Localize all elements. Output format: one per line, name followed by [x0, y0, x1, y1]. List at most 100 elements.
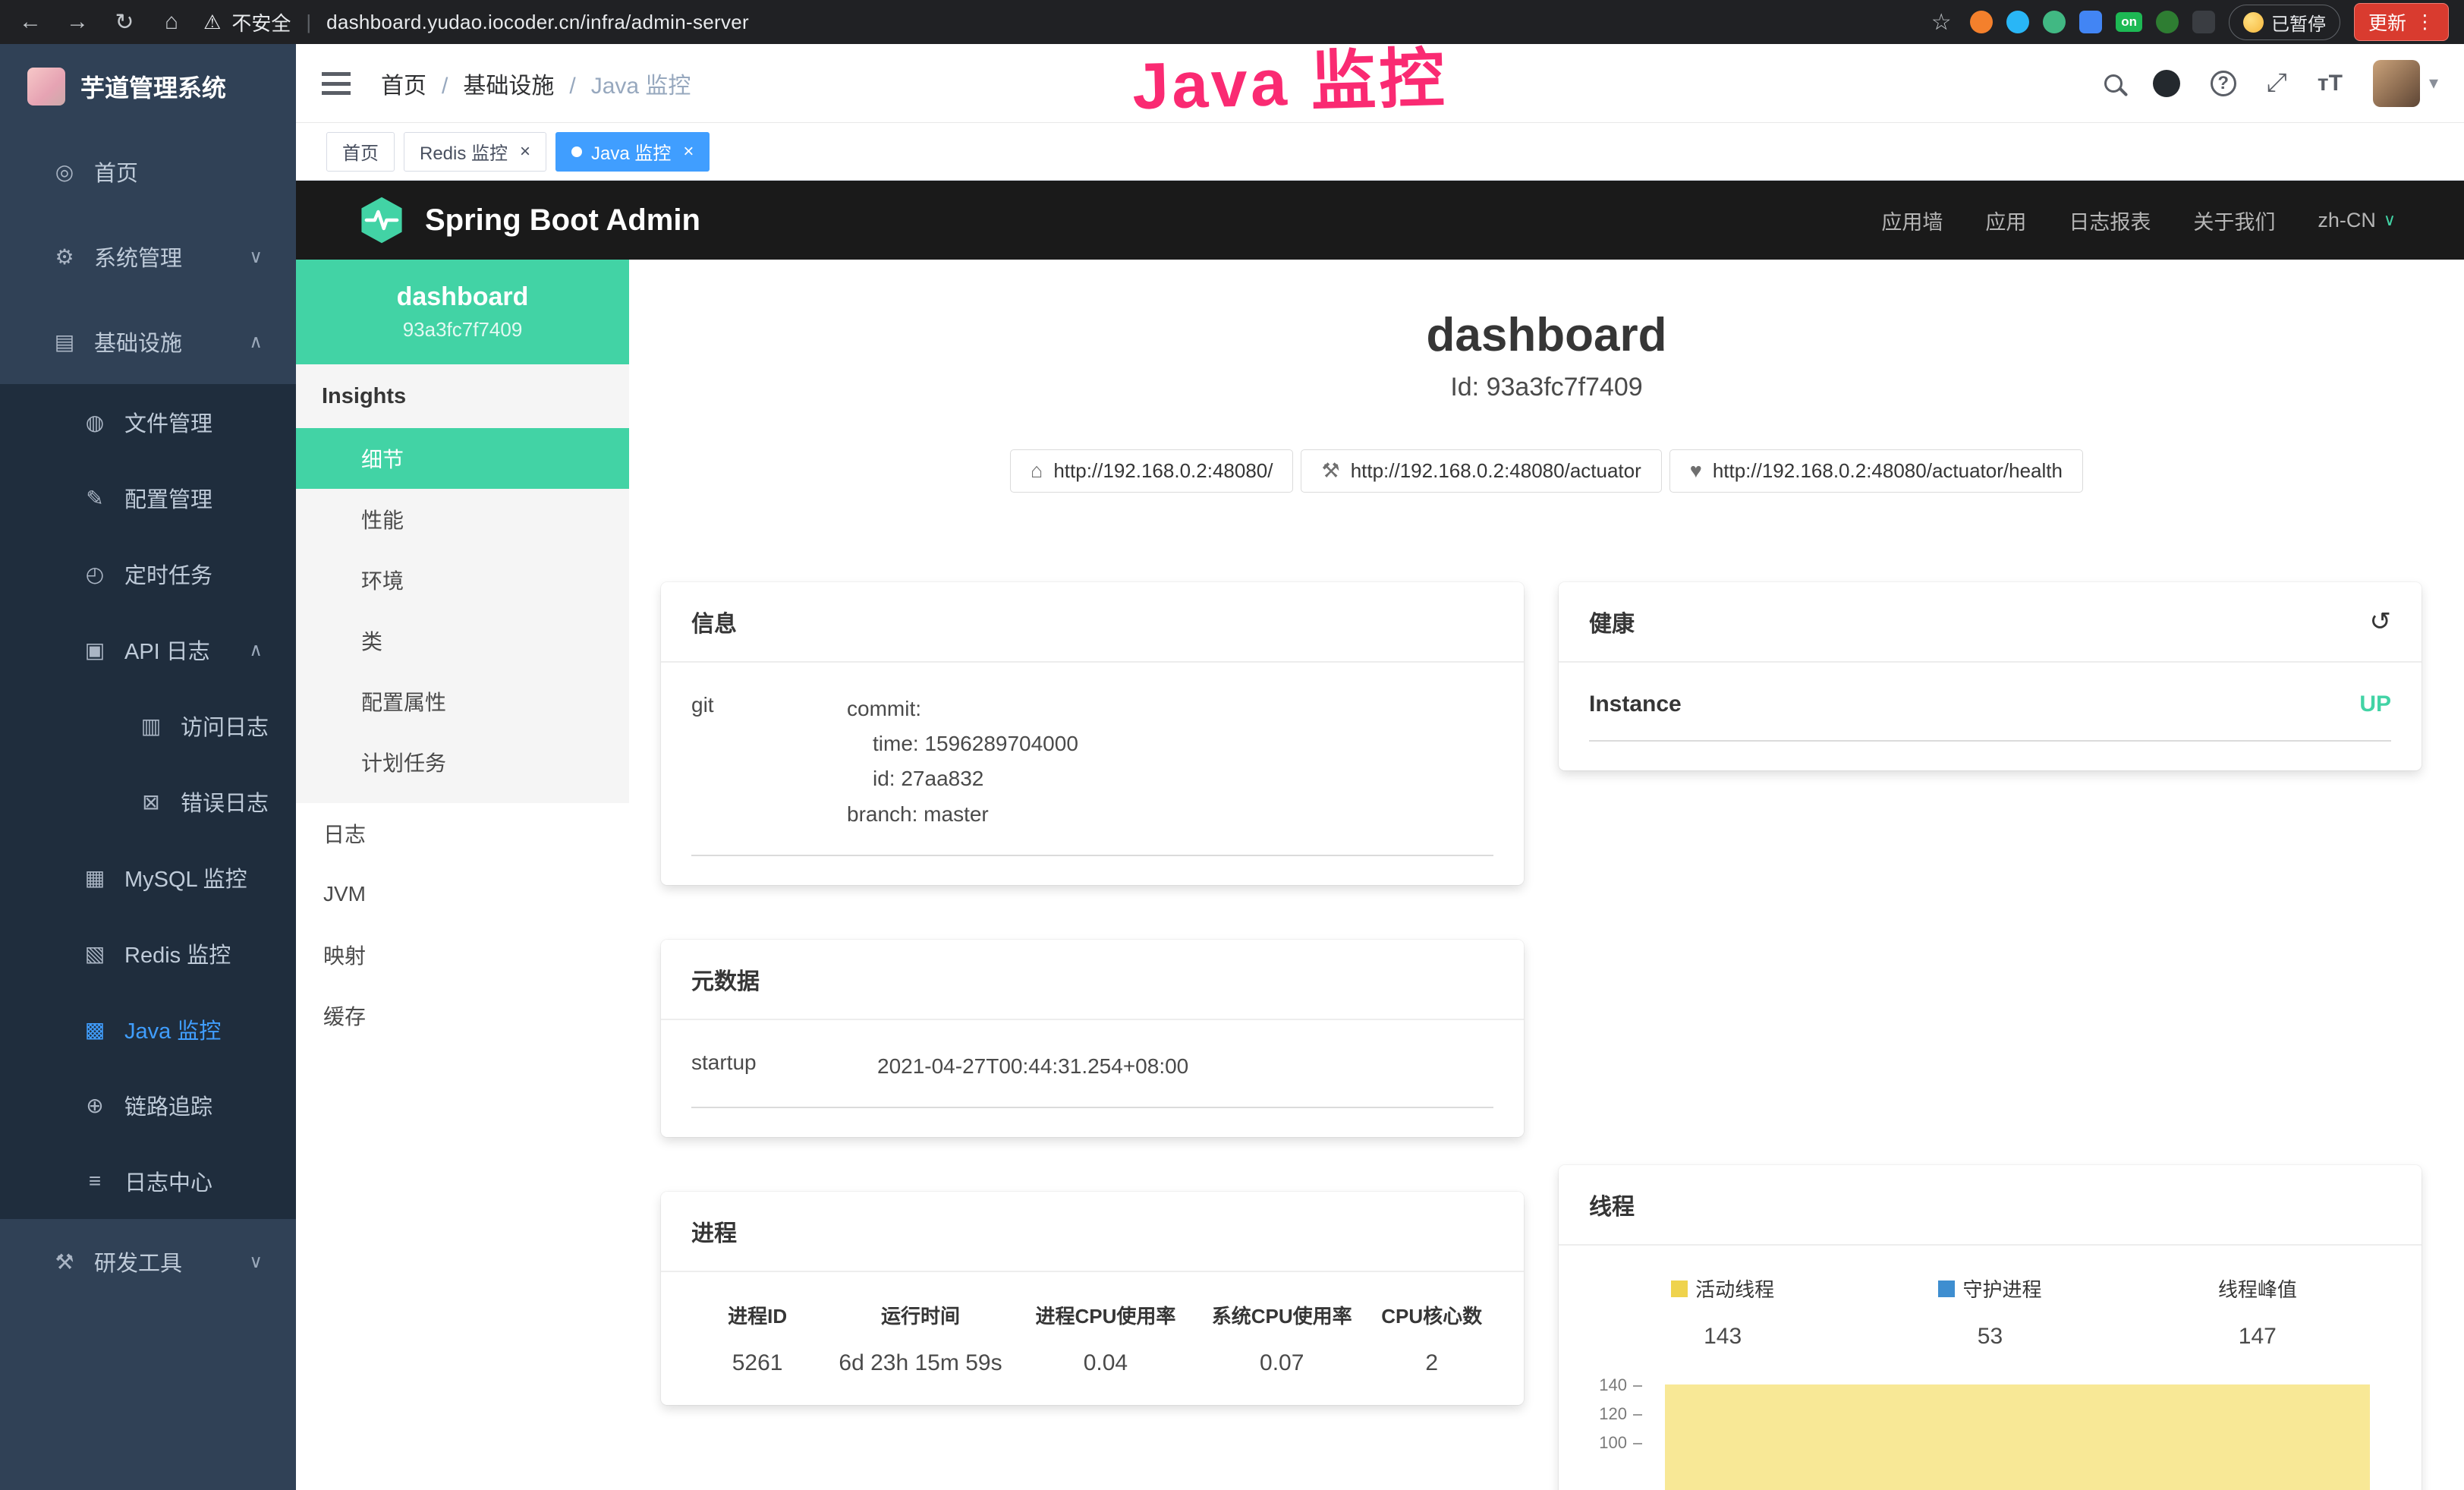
actuator-url-button[interactable]: ⚒ http://192.168.0.2:48080/actuator [1301, 449, 1661, 493]
sidebar-item-system-management[interactable]: ⚙ 系统管理 ∨ [0, 214, 296, 299]
app-logo[interactable]: 芋道管理系统 [0, 44, 296, 129]
app-frame: 芋道管理系统 ◎ 首页 ⚙ 系统管理 ∨ ▤ 基础设施 ∧ ◍ 文件管理 ✎ [0, 44, 2464, 1490]
sba-item-config-props[interactable]: 配置属性 [296, 671, 629, 732]
sba-item-loggers[interactable]: 日志 [296, 803, 629, 864]
sba-brand[interactable]: Spring Boot Admin [357, 195, 700, 245]
tab-bar: 首页 Redis 监控 × Java 监控 × [296, 123, 2464, 181]
github-icon[interactable] [2153, 70, 2180, 97]
y-axis-tick: 100 [1589, 1433, 1642, 1453]
legend-square-live [1671, 1281, 1688, 1297]
close-icon[interactable]: × [520, 141, 530, 162]
forward-icon[interactable]: → [62, 9, 93, 35]
breadcrumb-infrastructure[interactable]: 基础设施 [426, 67, 554, 100]
sidebar-item-error-logs[interactable]: ⊠ 错误日志 [0, 764, 296, 840]
sidebar-item-file-management[interactable]: ◍ 文件管理 [0, 384, 296, 460]
sidebar-item-label: 首页 [94, 156, 138, 187]
sba-nav-wallboard[interactable]: 应用墙 [1881, 206, 1943, 235]
threads-card: 线程 活动线程 [1559, 1165, 2422, 1490]
sba-item-jvm[interactable]: JVM [296, 864, 629, 925]
address-bar[interactable]: ⚠ 不安全 | dashboard.yudao.iocoder.cn/infra… [203, 8, 1909, 36]
close-icon[interactable]: × [683, 141, 694, 162]
sidebar-item-dev-tools[interactable]: ⚒ 研发工具 ∨ [0, 1219, 296, 1304]
extension-icon-vue[interactable] [2043, 11, 2066, 33]
health-instance-label: Instance [1589, 691, 1682, 717]
sba-item-metrics[interactable]: 性能 [296, 489, 629, 550]
sidebar-item-api-logs[interactable]: ▣ API 日志 ∧ [0, 612, 296, 688]
sidebar-item-config-management[interactable]: ✎ 配置管理 [0, 460, 296, 536]
instance-links: ⌂ http://192.168.0.2:48080/ ⚒ http://192… [629, 449, 2464, 493]
sidebar-item-label: Redis 监控 [124, 937, 231, 969]
extension-icon-grid[interactable] [2079, 11, 2102, 33]
log-center-icon: ≡ [82, 1169, 108, 1193]
sidebar-item-scheduled-tasks[interactable]: ◴ 定时任务 [0, 536, 296, 612]
sba-item-mappings[interactable]: 映射 [296, 925, 629, 985]
service-url: http://192.168.0.2:48080/ [1053, 459, 1273, 483]
service-url-button[interactable]: ⌂ http://192.168.0.2:48080/ [1010, 449, 1293, 493]
legend-label: 活动线程 [1695, 1274, 1774, 1303]
extension-icon-orange[interactable] [1970, 11, 1993, 33]
sba-item-scheduled-tasks[interactable]: 计划任务 [296, 732, 629, 792]
git-time-line: time: 1596289704000 [847, 726, 1493, 761]
card-title: 元数据 [691, 962, 760, 996]
sba-item-details[interactable]: 细节 [296, 428, 629, 489]
sba-nav-applications[interactable]: 应用 [1985, 206, 2026, 235]
fullscreen-icon[interactable]: ⤢ [2267, 68, 2287, 98]
breadcrumb-home[interactable]: 首页 [381, 67, 426, 100]
hamburger-icon[interactable] [322, 72, 351, 95]
page-title: dashboard [629, 308, 2464, 362]
instance-header[interactable]: dashboard 93a3fc7f7409 [296, 260, 629, 364]
sidebar-item-redis-monitor[interactable]: ▧ Redis 监控 [0, 915, 296, 991]
extension-icon-drop[interactable] [2006, 11, 2029, 33]
page-subtitle: Id: 93a3fc7f7409 [629, 373, 2464, 402]
extension-icon-puzzle[interactable] [2192, 11, 2215, 33]
sidebar-item-label: 文件管理 [124, 406, 212, 438]
tab-redis-monitor[interactable]: Redis 监控 × [404, 132, 546, 172]
extension-icon-on-switch[interactable]: on [2116, 12, 2142, 32]
sidebar-item-label: 链路追踪 [124, 1089, 212, 1121]
browser-menu-icon[interactable]: ⋮ [2415, 11, 2434, 33]
instance-name: dashboard [397, 282, 529, 312]
sba-item-classes[interactable]: 类 [296, 610, 629, 671]
sidebar-item-java-monitor[interactable]: ▩ Java 监控 [0, 991, 296, 1067]
update-button[interactable]: 更新 ⋮ [2354, 3, 2449, 41]
sba-item-environment[interactable]: 环境 [296, 550, 629, 610]
sidebar-item-tracing[interactable]: ⊕ 链路追踪 [0, 1067, 296, 1143]
sba-nav-about[interactable]: 关于我们 [2193, 206, 2275, 235]
sba-nav-journal[interactable]: 日志报表 [2069, 206, 2151, 235]
font-size-icon[interactable]: тT [2318, 71, 2343, 96]
value-daemon-threads: 53 [1856, 1324, 2123, 1350]
extension-icon-leaf[interactable] [2156, 11, 2179, 33]
back-icon[interactable]: ← [15, 9, 46, 35]
sba-body: dashboard 93a3fc7f7409 Insights 细节 性能 环境… [296, 260, 2464, 1490]
search-icon[interactable] [2104, 74, 2123, 93]
sba-item-caches[interactable]: 缓存 [296, 985, 629, 1046]
help-icon[interactable]: ? [2211, 71, 2236, 96]
sidebar-item-home[interactable]: ◎ 首页 [0, 129, 296, 214]
mysql-icon: ▦ [82, 865, 108, 890]
sidebar-item-label: 配置管理 [124, 482, 212, 514]
git-branch-line: branch: master [847, 797, 1493, 832]
legend-live-threads: 活动线程 [1589, 1274, 1856, 1303]
history-icon[interactable]: ↺ [2370, 606, 2392, 637]
tab-home[interactable]: 首页 [326, 132, 395, 172]
sba-brand-title: Spring Boot Admin [425, 203, 700, 238]
language-selector[interactable]: zh-CN ∨ [2318, 209, 2396, 232]
sidebar-item-mysql-monitor[interactable]: ▦ MySQL 监控 [0, 840, 296, 915]
sidebar-item-access-logs[interactable]: ▥ 访问日志 [0, 688, 296, 764]
sidebar-item-log-center[interactable]: ≡ 日志中心 [0, 1143, 296, 1219]
screen: ← → ↻ ⌂ ⚠ 不安全 | dashboard.yudao.iocoder.… [0, 0, 2464, 1490]
wrench-icon: ⚒ [1321, 459, 1339, 483]
threads-card-header: 线程 [1559, 1165, 2422, 1246]
reload-icon[interactable]: ↻ [109, 9, 140, 36]
paused-badge[interactable]: 已暂停 [2229, 5, 2340, 40]
browser-bar: ← → ↻ ⌂ ⚠ 不安全 | dashboard.yudao.iocoder.… [0, 0, 2464, 44]
dashboard-icon: ◎ [52, 159, 77, 184]
sidebar-item-infrastructure[interactable]: ▤ 基础设施 ∧ [0, 299, 296, 384]
home-icon[interactable]: ⌂ [156, 9, 187, 35]
threads-card-body: 活动线程 守护进程 线程峰值 [1559, 1246, 2422, 1490]
tab-java-monitor[interactable]: Java 监控 × [555, 132, 710, 172]
health-url-button[interactable]: ♥ http://192.168.0.2:48080/actuator/heal… [1669, 449, 2083, 493]
legend-peak-threads: 线程峰值 [2124, 1274, 2391, 1303]
bookmark-star-icon[interactable]: ☆ [1926, 9, 1956, 36]
user-menu[interactable]: ▾ [2373, 60, 2438, 107]
